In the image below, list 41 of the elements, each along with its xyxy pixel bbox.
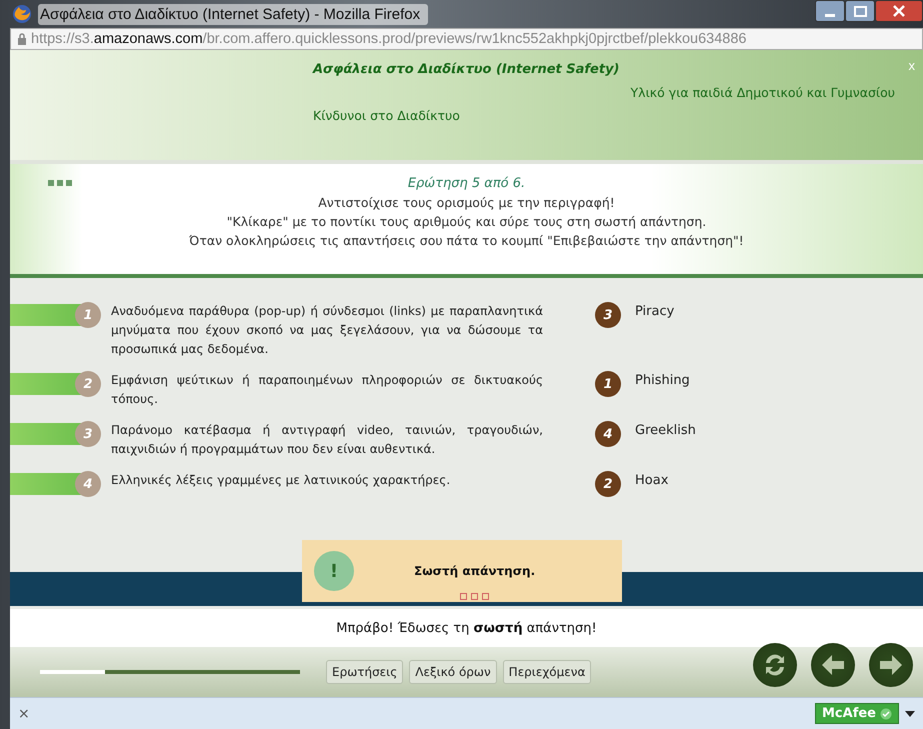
- lesson-title: Ασφάλεια στο Διαδίκτυο (Internet Safety): [313, 62, 620, 77]
- question-counter: Ερώτηση 5 από 6.: [408, 174, 526, 193]
- refresh-button[interactable]: [753, 643, 797, 688]
- window-title: Ασφάλεια στο Διαδίκτυο (Internet Safety) - Mozilla Firefox: [38, 4, 428, 24]
- description-text: Ελληνικές λέξεις γραμμένες με λατινικούς χαρακτήρες.: [111, 472, 452, 490]
- lesson-subtitle: Υλικό για παιδιά Δημοτικού και Γυμνασίου: [630, 85, 895, 100]
- instruction-text: Αντιστοίχισε τους ορισμούς με την περιγραφή!: [318, 194, 615, 212]
- instruction-text: Όταν ολοκληρώσεις τις απαντήσεις σου πάτα το κουμπί "Επιβεβαιώστε την απάντηση"!: [189, 232, 744, 250]
- exclamation-icon: !: [314, 551, 354, 592]
- nav-button[interactable]: Περιεχόμενα: [502, 660, 592, 684]
- term-label: Greeklish: [635, 423, 696, 438]
- description-text: Παράνομο κατέβασμα ή αντιγραφή video, ταινιών, τραγουδιών, παιχνιδιών ή προγραμμάτων που δεν είναι αυθεντικά.: [111, 422, 543, 458]
- dots-icon: [460, 593, 489, 600]
- answer-number[interactable]: 4: [595, 421, 621, 448]
- answer-number[interactable]: 3: [595, 302, 621, 328]
- forward-button[interactable]: [869, 643, 913, 688]
- close-icon: [893, 5, 905, 17]
- firefox-logo-icon: [12, 4, 32, 24]
- term-label: Piracy: [635, 304, 674, 320]
- back-button[interactable]: [811, 643, 855, 688]
- description-text: Αναδυόμενα παράθυρα (pop-up) ή σύνδεσμοι (links) με παραπλανητικά μηνύματα που έχουν σκοπό να μας ξεγελάσουν, για να δώσουμε τα προσωπικά μας δεδομένα.: [111, 303, 543, 358]
- maximize-button[interactable]: [845, 0, 875, 22]
- answer-number[interactable]: 2: [595, 471, 621, 498]
- dots-icon: [48, 180, 72, 186]
- check-icon: [880, 708, 892, 720]
- feedback-message: Μπράβο! Έδωσες τη σωστή απάντηση!: [336, 620, 597, 636]
- answer-number[interactable]: 1: [595, 371, 621, 398]
- close-button[interactable]: [875, 0, 923, 22]
- term-label: Hoax: [635, 473, 668, 488]
- address-bar[interactable]: https://s3.amazonaws.com/br.com.affero.quicklessons.prod/previews/rw1knc552akhpkj0pjrctbef/plekkou634886: [10, 28, 923, 50]
- description-text: Εμφάνιση ψεύτικων ή παραποιημένων πληροφοριών σε δικτυακούς τόπους.: [111, 372, 543, 408]
- nav-button[interactable]: Λεξικό όρων: [409, 660, 497, 684]
- lock-icon: [17, 33, 27, 45]
- term-label: Phishing: [635, 373, 690, 388]
- close-button[interactable]: ×: [18, 706, 30, 722]
- instruction-text: "Κλίκαρε" με το ποντίκι τους αριθμούς και σύρε τους στη σωστή απάντηση.: [226, 212, 706, 231]
- section-title: Κίνδυνοι στο Διαδίκτυο: [313, 108, 461, 123]
- dropdown-caret-icon[interactable]: [905, 710, 915, 717]
- minimize-button[interactable]: [815, 0, 845, 22]
- feedback-title: Σωστή απάντηση.: [414, 564, 536, 578]
- nav-button[interactable]: Ερωτήσεις: [326, 660, 404, 684]
